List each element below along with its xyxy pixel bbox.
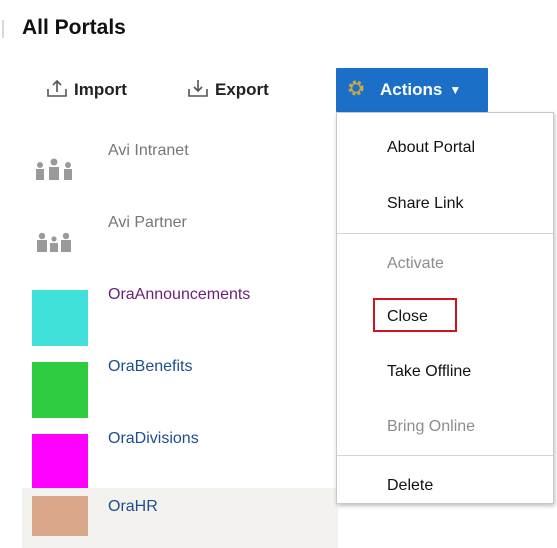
caret-down-icon: ▼: [449, 83, 462, 97]
gear-icon: [346, 78, 372, 103]
page-title: All Portals: [22, 16, 126, 39]
toolbar: Import Export Actions ▼: [44, 68, 504, 112]
portal-row-oraannouncements[interactable]: OraAnnouncements: [22, 272, 338, 346]
portal-row-oradivisions[interactable]: OraDivisions: [22, 416, 338, 490]
actions-button[interactable]: Actions ▼: [336, 68, 488, 112]
portal-name[interactable]: Avi Intranet: [108, 142, 189, 160]
portal-list: Avi Intranet Avi Partner OraAnnouncement…: [22, 128, 338, 548]
menu-item-bring-online: Bring Online: [387, 418, 476, 435]
import-button[interactable]: Import: [46, 68, 127, 112]
export-label: Export: [215, 80, 269, 99]
import-label: Import: [74, 80, 127, 99]
menu-divider: [337, 455, 553, 456]
title-marker: [2, 20, 4, 38]
portal-thumbnail: [32, 496, 88, 536]
menu-item-about-portal[interactable]: About Portal: [387, 139, 475, 157]
portal-name[interactable]: Avi Partner: [108, 214, 187, 232]
menu-item-activate: Activate: [387, 255, 444, 272]
export-button[interactable]: Export: [187, 68, 269, 112]
portal-row-avi-intranet[interactable]: Avi Intranet: [22, 128, 338, 200]
portal-row-orabenefits[interactable]: OraBenefits: [22, 344, 338, 418]
portal-thumbnail: [32, 362, 88, 418]
portal-thumbnail: [32, 290, 88, 346]
actions-label: Actions: [380, 80, 443, 99]
export-icon: [187, 78, 215, 103]
portal-name[interactable]: OraDivisions: [108, 430, 199, 448]
import-icon: [46, 78, 74, 103]
actions-menu: About Portal Share Link Activate Close T…: [336, 112, 554, 504]
portal-thumbnail: [32, 434, 88, 490]
portal-name[interactable]: OraBenefits: [108, 358, 192, 376]
portal-row-avi-partner[interactable]: Avi Partner: [22, 200, 338, 272]
people-icon: [32, 228, 76, 254]
portal-name[interactable]: OraAnnouncements: [108, 286, 250, 304]
menu-item-delete[interactable]: Delete: [387, 477, 433, 495]
people-icon: [32, 156, 76, 182]
portal-name[interactable]: OraHR: [108, 498, 158, 516]
menu-item-close[interactable]: Close: [387, 308, 428, 326]
portal-row-orahr[interactable]: OraHR: [22, 488, 338, 548]
menu-item-share-link[interactable]: Share Link: [387, 195, 464, 213]
menu-divider: [337, 233, 553, 234]
menu-item-take-offline[interactable]: Take Offline: [387, 363, 471, 381]
